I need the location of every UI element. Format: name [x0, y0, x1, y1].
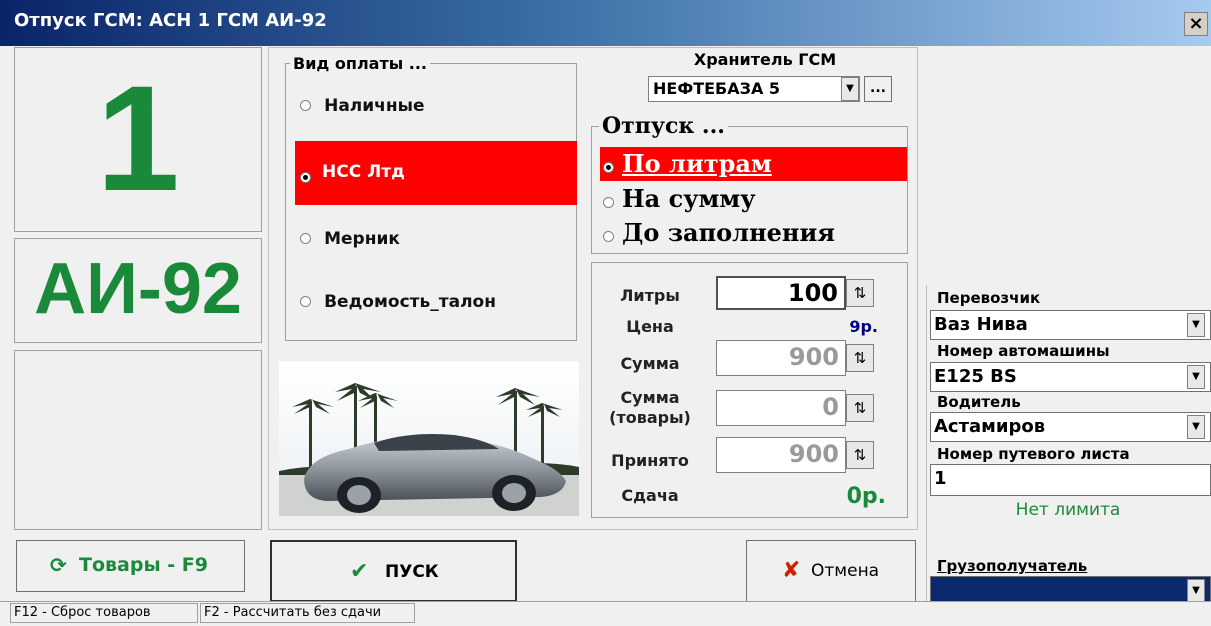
- payment-option-label: Мерник: [324, 229, 400, 249]
- carrier-select[interactable]: Ваз Нива ▼: [930, 310, 1211, 340]
- dispense-option-label: На сумму: [622, 184, 756, 213]
- pump-number: 1: [96, 54, 180, 222]
- radio-icon[interactable]: [603, 197, 614, 208]
- chevron-down-icon[interactable]: ▼: [1187, 365, 1205, 389]
- chevron-down-icon[interactable]: ▼: [1187, 313, 1205, 337]
- storage-label: Хранитель ГСМ: [693, 50, 837, 69]
- liters-label: Литры: [620, 286, 680, 305]
- payment-option-label: НСС Лтд: [322, 162, 405, 182]
- dispense-legend: Отпуск ...: [599, 113, 728, 139]
- goods-sum-label: Сумма (товары): [609, 388, 691, 427]
- driver-value: Астамиров: [934, 416, 1046, 437]
- storage-select[interactable]: НЕФТЕБАЗА 5 ▼: [648, 76, 860, 102]
- change-value: 0р.: [846, 484, 886, 509]
- chevron-down-icon[interactable]: ▼: [1187, 579, 1205, 603]
- empty-info-panel: [14, 350, 262, 530]
- cancel-button-label: Отмена: [811, 561, 880, 581]
- dispense-option-fill[interactable]: До заполнения: [603, 218, 835, 247]
- accepted-input[interactable]: 900: [716, 437, 846, 473]
- goods-sum-spin-button[interactable]: ⇅: [846, 394, 874, 422]
- carrier-value: Ваз Нива: [934, 314, 1028, 335]
- close-x-icon: ✘: [782, 558, 801, 583]
- goods-button-label: Товары - F9: [79, 554, 208, 576]
- payment-legend: Вид оплаты ...: [290, 54, 431, 73]
- driver-select[interactable]: Астамиров ▼: [930, 412, 1211, 442]
- chevron-down-icon[interactable]: ▼: [1187, 415, 1205, 439]
- vehicle-select[interactable]: Е125 BS ▼: [930, 362, 1211, 392]
- dispense-option-sum[interactable]: На сумму: [603, 184, 756, 213]
- dispense-option-liters[interactable]: По литрам: [600, 147, 907, 181]
- price-label: Цена: [626, 317, 674, 336]
- payment-option-label: Наличные: [324, 96, 425, 116]
- payment-option-cash[interactable]: Наличные: [300, 96, 424, 116]
- car-illustration: [279, 361, 579, 516]
- refresh-icon: ⟳: [50, 553, 67, 577]
- liters-value: 100: [787, 279, 838, 307]
- dispense-option-label: По литрам: [622, 149, 772, 178]
- start-button-label: ПУСК: [385, 562, 439, 582]
- car-image: [279, 361, 579, 516]
- storage-browse-button[interactable]: ...: [864, 76, 892, 102]
- radio-icon[interactable]: [300, 100, 311, 111]
- driver-label: Водитель: [937, 393, 1021, 411]
- payment-option-nss[interactable]: НСС Лтд: [295, 141, 577, 205]
- change-label: Сдача: [621, 486, 679, 505]
- payment-option-label: Ведомость_талон: [324, 292, 496, 312]
- radio-icon[interactable]: [300, 233, 311, 244]
- accepted-spin-button[interactable]: ⇅: [846, 441, 874, 469]
- start-button[interactable]: ✔ ПУСК: [270, 540, 517, 602]
- radio-icon[interactable]: [603, 231, 614, 242]
- goods-sum-input[interactable]: 0: [716, 390, 846, 426]
- accepted-value: 900: [788, 440, 839, 468]
- vehicle-value: Е125 BS: [934, 366, 1017, 387]
- fuel-name: АИ-92: [34, 249, 242, 329]
- goods-sum-value: 0: [822, 393, 839, 421]
- limit-status: Нет лимита: [1015, 500, 1121, 520]
- window-title: Отпуск ГСМ: АСН 1 ГСМ АИ-92: [14, 10, 327, 31]
- pump-number-panel: 1: [14, 47, 262, 232]
- cancel-button[interactable]: ✘ Отмена: [746, 540, 916, 602]
- sum-label: Сумма: [620, 354, 680, 373]
- waybill-value: 1: [934, 468, 947, 489]
- payment-option-measurer[interactable]: Мерник: [300, 229, 400, 249]
- sum-value: 900: [788, 343, 839, 371]
- price-value: 9р.: [849, 317, 878, 336]
- carrier-label: Перевозчик: [937, 289, 1041, 307]
- payment-option-voucher[interactable]: Ведомость_талон: [300, 292, 496, 312]
- close-button[interactable]: ×: [1184, 12, 1208, 36]
- vehicle-label: Номер автомашины: [937, 342, 1110, 360]
- storage-value: НЕФТЕБАЗА 5: [653, 79, 781, 98]
- goods-button[interactable]: ⟳ Товары - F9: [16, 540, 245, 592]
- radio-selected-icon[interactable]: [300, 172, 311, 183]
- radio-icon[interactable]: [300, 296, 311, 307]
- status-hint-reset-goods: F12 - Сброс товаров: [10, 603, 198, 623]
- fuel-panel: АИ-92: [14, 238, 262, 343]
- dispense-option-label: До заполнения: [622, 218, 835, 247]
- waybill-label: Номер путевого листа: [937, 445, 1130, 463]
- radio-selected-icon[interactable]: [603, 162, 614, 173]
- chevron-down-icon[interactable]: ▼: [841, 77, 859, 101]
- liters-input[interactable]: 100: [716, 276, 846, 310]
- sum-spin-button[interactable]: ⇅: [846, 344, 874, 372]
- status-hint-no-change: F2 - Рассчитать без сдачи: [200, 603, 415, 623]
- liters-spin-button[interactable]: ⇅: [846, 279, 874, 307]
- sum-input[interactable]: 900: [716, 340, 846, 376]
- accepted-label: Принято: [611, 451, 689, 470]
- consignee-label: Грузополучатель: [937, 557, 1088, 575]
- checkmark-icon: ✔: [350, 559, 369, 584]
- waybill-input[interactable]: 1: [930, 464, 1211, 496]
